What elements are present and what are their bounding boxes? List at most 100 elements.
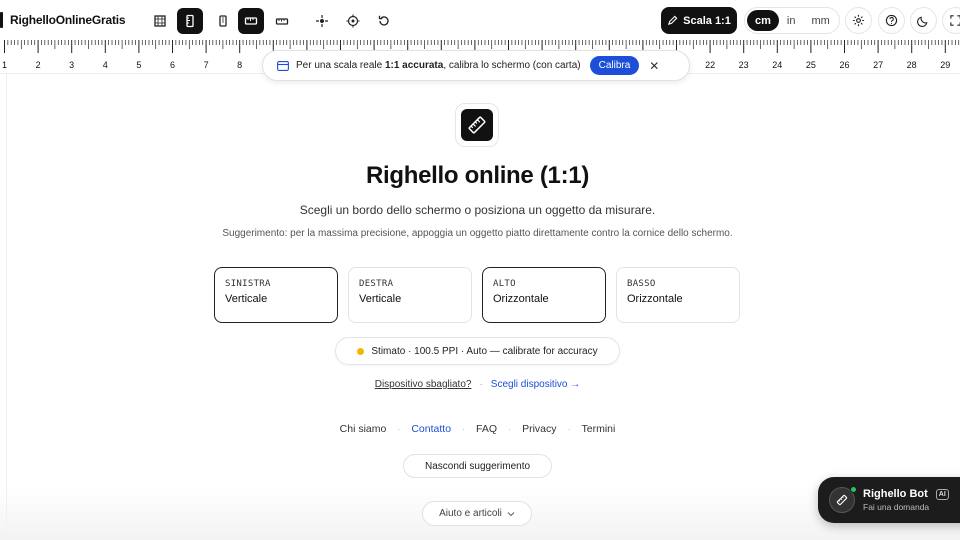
target-button[interactable] — [340, 8, 366, 34]
ruler-number: 5 — [136, 60, 142, 70]
ruler-logo-icon — [468, 116, 486, 134]
horizontal-ruler-button[interactable] — [238, 8, 264, 34]
ruler-button[interactable] — [269, 8, 295, 34]
bot-avatar — [829, 486, 857, 513]
edge-card-right[interactable]: DESTRA Verticale — [348, 267, 472, 323]
edge-card-bottom[interactable]: BASSO Orizzontale — [616, 267, 740, 323]
footer-separator: · — [567, 424, 571, 434]
help-articles-label: Aiuto e articoli — [439, 508, 502, 519]
edge-card-key: ALTO — [493, 279, 516, 289]
ruler-number: 8 — [237, 60, 243, 70]
page-title: Righello online (1:1) — [365, 162, 590, 189]
edge-selector: SINISTRA Verticale DESTRA Verticale ALTO… — [214, 267, 740, 323]
footer-link-contact[interactable]: Contatto — [411, 423, 451, 435]
crosshair-icon — [316, 15, 328, 27]
footer-separator: · — [397, 424, 401, 434]
reset-button[interactable] — [371, 8, 397, 34]
unit-selector: cm in mm — [744, 7, 840, 34]
ruler-number: 24 — [772, 60, 783, 70]
footer-links: Chi siamo · Contatto · FAQ · Privacy · T… — [0, 423, 955, 435]
chatbot-launcher[interactable]: Righello Bot AI Fai una domanda — [818, 477, 960, 523]
footer-link-terms[interactable]: Termini — [582, 423, 616, 435]
tablet-icon — [219, 15, 227, 27]
hide-hint-button[interactable]: Nascondi suggerimento — [403, 454, 552, 478]
app-logo — [455, 103, 499, 147]
grid-icon — [154, 15, 166, 27]
target-icon — [346, 14, 360, 28]
settings-button[interactable] — [845, 7, 872, 34]
edge-card-top[interactable]: ALTO Orizzontale — [482, 267, 606, 323]
help-button[interactable] — [878, 7, 905, 34]
bot-subtitle: Fai una domanda — [863, 502, 930, 512]
ppi-status-text: Stimato · 100.5 PPI · Auto — calibrate f… — [371, 345, 598, 357]
page-subtitle: Scegli un bordo dello schermo o posizion… — [299, 203, 656, 217]
card-icon — [277, 60, 289, 71]
ruler-number: 4 — [102, 60, 108, 70]
ruler-number: 25 — [805, 60, 816, 70]
edge-card-orientation: Orizzontale — [627, 293, 683, 305]
device-row: Dispositivo sbagliato? · Scegli disposit… — [0, 379, 955, 390]
footer-link-about[interactable]: Chi siamo — [340, 423, 387, 435]
ruler-number: 26 — [839, 60, 850, 70]
calibrate-button[interactable]: Calibra — [589, 56, 640, 75]
left-edge-line — [6, 74, 7, 540]
unit-cm-button[interactable]: cm — [747, 10, 779, 31]
fullscreen-button[interactable] — [942, 7, 960, 34]
help-articles-button[interactable]: Aiuto e articoli — [422, 501, 532, 526]
brand-logo-text[interactable]: RighelloOnlineGratis — [10, 13, 126, 27]
edge-card-key: DESTRA — [359, 279, 394, 289]
vertical-ruler-button[interactable] — [177, 8, 203, 34]
bot-name: Righello Bot — [863, 488, 928, 500]
edge-card-orientation: Verticale — [225, 293, 268, 305]
ppi-status-badge[interactable]: Stimato · 100.5 PPI · Auto — calibrate f… — [335, 337, 620, 365]
ruler-number: 28 — [906, 60, 917, 70]
horizontal-ruler-icon — [244, 17, 258, 25]
wrong-device-link[interactable]: Dispositivo sbagliato? — [375, 379, 472, 390]
tablet-button[interactable] — [210, 8, 236, 34]
separator: · — [479, 379, 483, 390]
fullscreen-icon — [950, 15, 960, 26]
brand-mark — [0, 12, 3, 28]
theme-toggle-button[interactable] — [910, 7, 937, 34]
edge-card-orientation: Verticale — [359, 293, 402, 305]
footer-separator: · — [462, 424, 466, 434]
grid-tool-button[interactable] — [147, 8, 173, 34]
edge-card-left[interactable]: SINISTRA Verticale — [214, 267, 338, 323]
ai-badge: AI — [935, 488, 949, 500]
footer-link-privacy[interactable]: Privacy — [522, 423, 556, 435]
ruler-number: 22 — [705, 60, 716, 70]
calibration-message: Per una scala reale 1:1 accurata, calibr… — [296, 60, 581, 71]
ruler-icon — [275, 18, 289, 25]
edge-card-key: BASSO — [627, 279, 656, 289]
ruler-number: 29 — [940, 60, 951, 70]
footer-link-faq[interactable]: FAQ — [476, 423, 497, 435]
chevron-down-icon — [507, 511, 515, 516]
ruler-number: 2 — [35, 60, 41, 70]
vertical-ruler-icon — [186, 14, 194, 28]
calibration-banner: Per una scala reale 1:1 accurata, calibr… — [262, 50, 690, 81]
close-icon[interactable]: ✕ — [649, 59, 659, 73]
top-toolbar: RighelloOnlineGratis Scala 1:1 cm in mm — [0, 0, 960, 40]
moon-icon — [917, 16, 928, 27]
ruler-number: 6 — [169, 60, 176, 70]
unit-in-button[interactable]: in — [779, 10, 804, 31]
pencil-icon — [668, 15, 678, 26]
edge-card-key: SINISTRA — [225, 279, 271, 289]
scale-button[interactable]: Scala 1:1 — [661, 7, 737, 34]
crosshair-button[interactable] — [309, 8, 335, 34]
ruler-number: 7 — [203, 60, 209, 70]
edge-card-orientation: Orizzontale — [493, 293, 549, 305]
ruler-bot-icon — [836, 494, 848, 506]
choose-device-link[interactable]: Scegli dispositivo → — [491, 379, 580, 390]
ruler-number: 3 — [69, 60, 75, 70]
unit-mm-button[interactable]: mm — [803, 10, 837, 31]
ruler-number: 23 — [738, 60, 749, 70]
reset-icon — [378, 15, 389, 26]
scale-label: Scala 1:1 — [683, 14, 731, 27]
precision-hint: Suggerimento: per la massima precisione,… — [222, 228, 733, 239]
footer-separator: · — [508, 424, 512, 434]
ruler-number: 27 — [873, 60, 884, 70]
help-icon — [885, 14, 898, 27]
settings-icon — [852, 14, 865, 27]
online-indicator — [850, 486, 857, 493]
